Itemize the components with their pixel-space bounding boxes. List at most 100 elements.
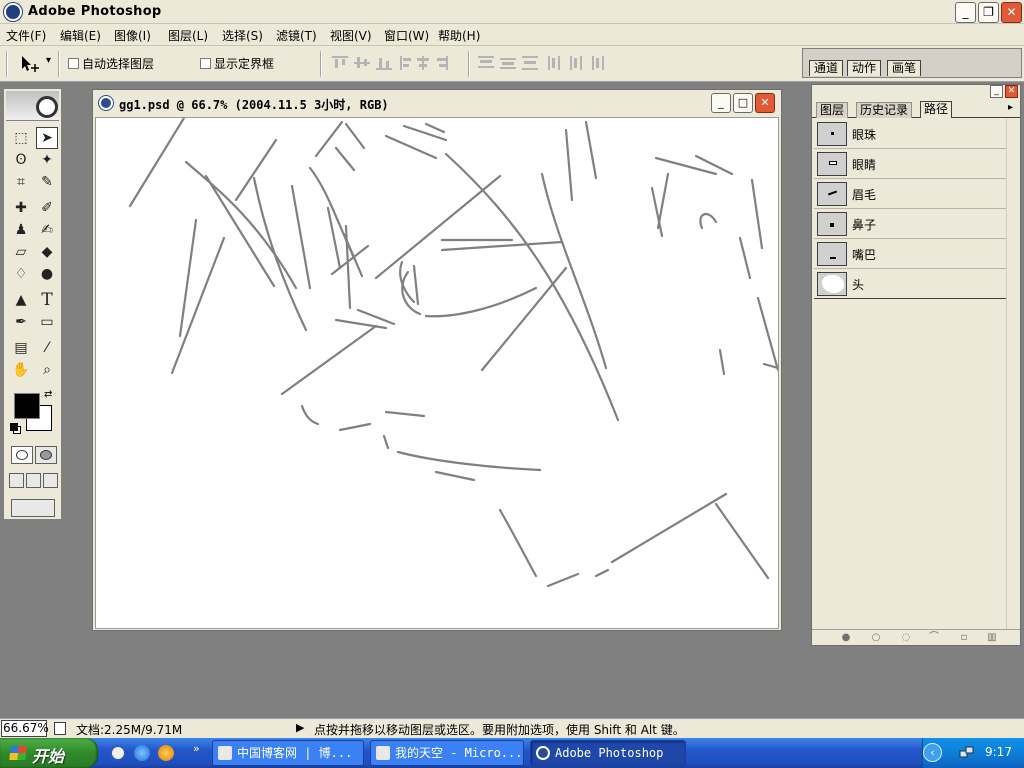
palette-menu-arrow[interactable]: ▸ xyxy=(1008,102,1013,113)
menu-select[interactable]: 选择(S) xyxy=(222,27,263,44)
brush-tool-icon[interactable]: ✐ xyxy=(36,197,58,219)
healing-brush-tool-icon[interactable]: ✚ xyxy=(10,197,32,219)
document-info-icon[interactable] xyxy=(54,722,66,735)
menu-edit[interactable]: 编辑(E) xyxy=(60,27,101,44)
standard-mode-button[interactable] xyxy=(11,446,33,464)
move-tool-icon[interactable] xyxy=(20,54,42,74)
new-path-icon[interactable]: ▫ xyxy=(958,632,970,644)
palette-close-button[interactable]: ✕ xyxy=(1005,85,1018,98)
default-colors-icon[interactable] xyxy=(10,423,18,431)
palette-scrollbar[interactable] xyxy=(1006,119,1018,629)
menu-view[interactable]: 视图(V) xyxy=(330,27,372,44)
menu-image[interactable]: 图像(I) xyxy=(114,27,151,44)
menu-window[interactable]: 窗口(W) xyxy=(384,27,429,44)
tab-layers[interactable]: 图层 xyxy=(816,102,849,118)
lasso-tool-icon[interactable]: ʘ xyxy=(10,149,32,171)
document-icon xyxy=(99,96,113,110)
menu-help[interactable]: 帮助(H) xyxy=(438,27,480,44)
adobe-eye-icon[interactable] xyxy=(36,96,58,118)
path-row-eyebrow[interactable]: 眉毛 xyxy=(814,179,1006,209)
show-desktop-icon[interactable] xyxy=(110,745,126,761)
document-maximize-button[interactable]: □ xyxy=(733,93,753,113)
path-row-mouth[interactable]: 嘴巴 xyxy=(814,239,1006,269)
document-titlebar[interactable]: gg1.psd @ 66.7% (2004.11.5 3小时, RGB) _ □… xyxy=(93,90,781,116)
well-tab-channels[interactable]: 通道 xyxy=(809,60,844,76)
status-hint-text: 点按并拖移以移动图层或选区。要用附加选项，使用 Shift 和 Alt 键。 xyxy=(314,723,685,737)
screen-mode-full-menu-button[interactable] xyxy=(26,473,41,488)
system-tray: ‹ 9:17 xyxy=(922,738,1024,768)
screen-mode-standard-button[interactable] xyxy=(9,473,24,488)
palette-minimize-button[interactable]: _ xyxy=(990,85,1003,98)
screen-mode-full-button[interactable] xyxy=(43,473,58,488)
nose-path-thumb xyxy=(817,212,847,236)
tab-history[interactable]: 历史记录 xyxy=(856,102,913,118)
clone-stamp-tool-icon[interactable]: ♟ xyxy=(10,219,32,241)
pen-tool-icon[interactable]: ✒ xyxy=(10,311,32,333)
jump-to-imageready-button[interactable] xyxy=(11,499,55,517)
status-menu-arrow[interactable]: ▶ xyxy=(296,721,304,734)
taskbar-item-blog[interactable]: 中国博客网 | 博... xyxy=(212,740,364,766)
rectangle-tool-icon[interactable]: ▭ xyxy=(36,311,58,333)
document-minimize-button[interactable]: _ xyxy=(711,93,731,113)
zoom-level-field[interactable]: 66.67% xyxy=(1,720,49,737)
zoom-tool-icon[interactable]: ⌕ xyxy=(36,359,58,381)
dodge-tool-icon[interactable]: ● xyxy=(36,263,58,285)
align-buttons-group[interactable] xyxy=(332,54,462,72)
fill-path-icon[interactable]: ● xyxy=(840,632,852,644)
menu-file[interactable]: 文件(F) xyxy=(6,27,46,44)
type-tool-icon[interactable]: T xyxy=(36,289,58,311)
media-player-icon[interactable] xyxy=(158,745,174,761)
make-work-path-icon[interactable]: ⌒ xyxy=(928,632,940,644)
close-button[interactable]: ✕ xyxy=(1001,2,1022,23)
menu-layer[interactable]: 图层(L) xyxy=(168,27,208,44)
photoshop-app-icon[interactable] xyxy=(4,3,22,21)
internet-explorer-icon[interactable] xyxy=(134,745,150,761)
history-brush-tool-icon[interactable]: ✍ xyxy=(36,219,58,241)
restore-button[interactable]: ❐ xyxy=(978,2,999,23)
swap-colors-icon[interactable]: ⇄ xyxy=(44,389,52,400)
stroke-path-icon[interactable]: ○ xyxy=(870,632,882,644)
notes-tool-icon[interactable]: ▤ xyxy=(10,337,32,359)
toolbox-header[interactable] xyxy=(6,91,59,121)
crop-tool-icon[interactable]: ⌗ xyxy=(10,171,32,193)
taskbar-item-sky[interactable]: 我的天空 - Micro... xyxy=(370,740,524,766)
magic-wand-tool-icon[interactable]: ✦ xyxy=(36,149,58,171)
path-row-pupil[interactable]: 眼珠 xyxy=(814,119,1006,149)
path-name: 眼珠 xyxy=(852,128,877,142)
path-list: 眼珠 眼睛 眉毛 鼻子 嘴巴 头 xyxy=(814,119,1006,299)
quick-mask-mode-button[interactable] xyxy=(35,446,57,464)
minimize-button[interactable]: _ xyxy=(955,2,976,23)
path-selection-tool-icon[interactable]: ▲ xyxy=(10,289,32,311)
move-tool-icon[interactable]: ➤ xyxy=(36,127,58,149)
menu-filter[interactable]: 滤镜(T) xyxy=(276,27,317,44)
palette-titlebar[interactable]: _ ✕ xyxy=(812,85,1020,99)
path-row-eye[interactable]: 眼睛 xyxy=(814,149,1006,179)
paint-bucket-tool-icon[interactable]: ◆ xyxy=(36,241,58,263)
load-path-as-selection-icon[interactable]: ◌ xyxy=(900,632,912,644)
quick-launch-more[interactable]: » xyxy=(193,742,200,755)
network-icon[interactable] xyxy=(959,745,975,761)
eraser-tool-icon[interactable]: ▱ xyxy=(10,241,32,263)
taskbar-item-photoshop[interactable]: Adobe Photoshop xyxy=(530,740,686,766)
path-row-nose[interactable]: 鼻子 xyxy=(814,209,1006,239)
options-separator xyxy=(468,51,470,77)
hand-tool-icon[interactable]: ✋ xyxy=(10,359,32,381)
distribute-buttons-group[interactable] xyxy=(478,54,608,72)
well-tab-actions[interactable]: 动作 xyxy=(847,60,882,76)
show-bounding-box-checkbox[interactable] xyxy=(200,58,211,69)
tray-expand-button[interactable]: ‹ xyxy=(923,743,942,762)
slice-tool-icon[interactable]: ✎ xyxy=(36,171,58,193)
well-tab-brushes[interactable]: 画笔 xyxy=(887,60,922,76)
eyedropper-tool-icon[interactable]: ⁄ xyxy=(36,337,58,359)
delete-path-icon[interactable]: ▥ xyxy=(986,632,998,644)
document-close-button[interactable]: ✕ xyxy=(755,93,775,113)
tool-preset-arrow[interactable]: ▾ xyxy=(46,55,51,66)
marquee-tool-icon[interactable]: ⬚ xyxy=(10,127,32,149)
tab-paths[interactable]: 路径 xyxy=(920,101,953,118)
auto-select-layer-checkbox[interactable] xyxy=(68,58,79,69)
start-button[interactable]: 开始 xyxy=(0,738,98,768)
blur-tool-icon[interactable]: ♢ xyxy=(10,263,32,285)
document-canvas[interactable] xyxy=(95,116,780,629)
foreground-color-swatch[interactable] xyxy=(14,393,40,419)
path-row-head[interactable]: 头 xyxy=(814,269,1006,299)
